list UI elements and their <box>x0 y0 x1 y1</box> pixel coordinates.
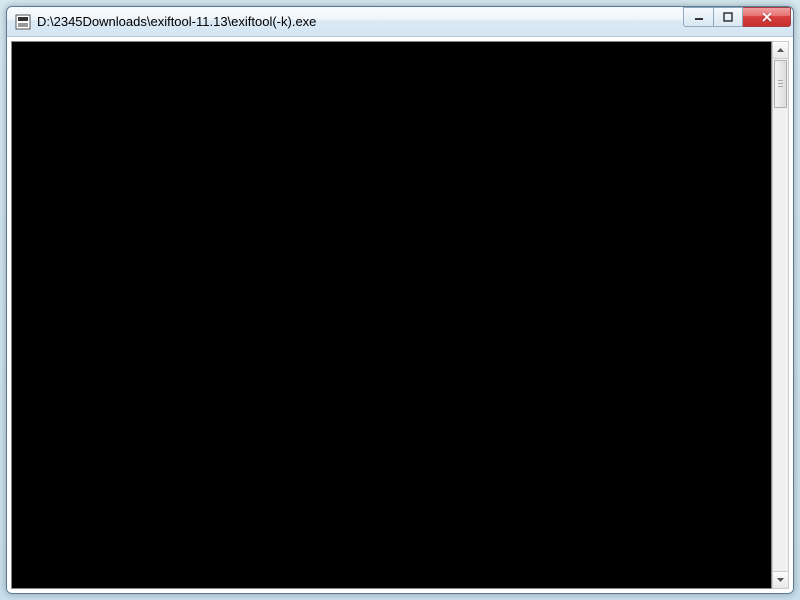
client-area <box>7 37 793 593</box>
scroll-up-button[interactable] <box>773 42 788 59</box>
close-button[interactable] <box>743 7 791 27</box>
scroll-thumb[interactable] <box>774 60 787 108</box>
app-icon <box>15 14 31 30</box>
maximize-button[interactable] <box>713 7 743 27</box>
close-icon <box>761 12 773 22</box>
chevron-down-icon <box>777 578 784 582</box>
window-controls <box>683 7 791 27</box>
minimize-icon <box>694 12 704 22</box>
application-window: D:\2345Downloads\exiftool-11.13\exiftool… <box>6 6 794 594</box>
maximize-icon <box>723 12 733 22</box>
titlebar[interactable]: D:\2345Downloads\exiftool-11.13\exiftool… <box>7 7 793 37</box>
window-title: D:\2345Downloads\exiftool-11.13\exiftool… <box>37 14 683 29</box>
vertical-scrollbar[interactable] <box>772 41 789 589</box>
scroll-down-button[interactable] <box>773 571 788 588</box>
minimize-button[interactable] <box>683 7 713 27</box>
console-output[interactable] <box>11 41 772 589</box>
chevron-up-icon <box>777 48 784 52</box>
